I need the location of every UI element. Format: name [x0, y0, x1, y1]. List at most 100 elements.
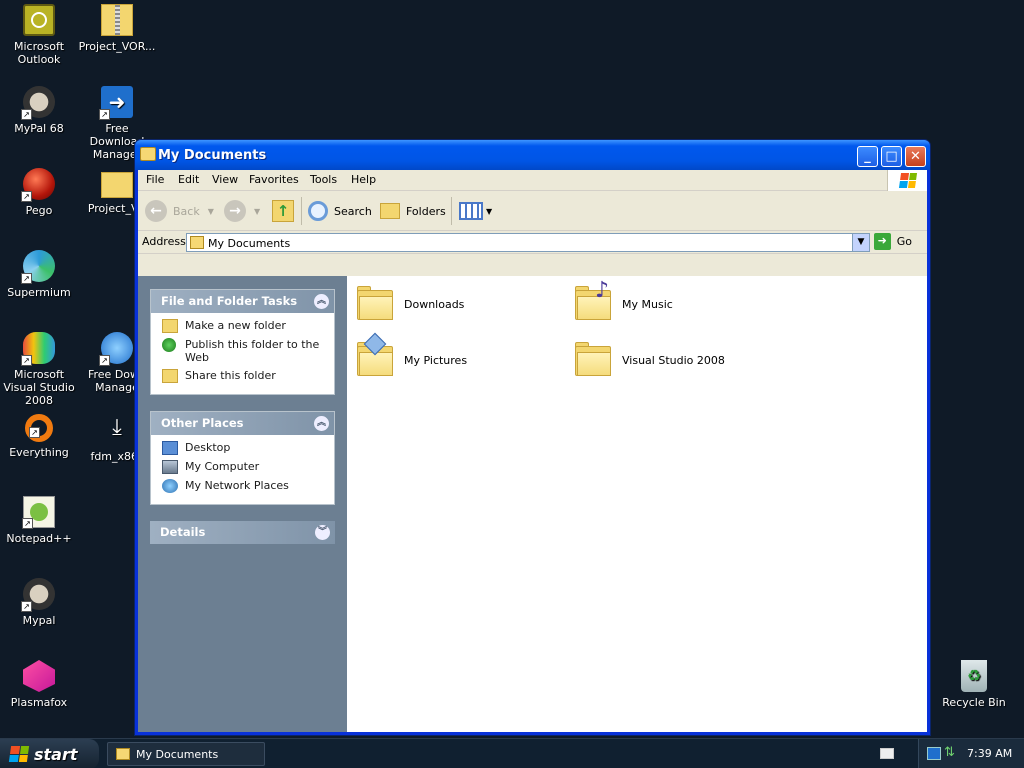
back-button[interactable]: ← Back ▼ [145, 199, 214, 223]
views-button[interactable]: ▼ [459, 199, 492, 223]
toolbar-separator [301, 197, 302, 225]
folders-icon [380, 203, 400, 219]
views-icon [459, 202, 483, 220]
panel-header[interactable]: Other Places ︽ [151, 412, 334, 435]
panel-title: File and Folder Tasks [161, 294, 298, 308]
task-label: Publish this folder to the Web [185, 338, 320, 364]
up-folder-button[interactable]: ↑ [272, 199, 294, 223]
task-label: Make a new folder [185, 319, 286, 332]
desktop-icon-recycle-bin[interactable]: ♻ Recycle Bin [935, 660, 1013, 709]
explorer-window[interactable]: My Documents _ □ ✕ File Edit View Favori… [134, 139, 931, 736]
network-tray-icon[interactable]: ⇅ [944, 745, 955, 760]
menu-tools[interactable]: Tools [310, 173, 337, 186]
folders-label: Folders [406, 204, 446, 218]
desktop-icon-label: MyPal 68 [14, 122, 64, 135]
folder-item-my-music[interactable]: ♪ My Music [573, 278, 673, 322]
address-input[interactable]: My Documents ▼ [186, 233, 870, 252]
outlook-icon [23, 4, 55, 36]
desktop-icon-outlook[interactable]: Microsoft Outlook [0, 4, 78, 66]
pego-icon: ↗ [21, 168, 55, 202]
desktop-icon-visual-studio[interactable]: ↗ Microsoft Visual Studio 2008 [0, 332, 78, 407]
mypal-icon: ↗ [21, 86, 55, 120]
task-publish-folder[interactable]: Publish this folder to the Web [162, 338, 326, 364]
desktop-icon-label: Plasmafox [10, 696, 68, 709]
desktop-icon-label: Everything [9, 446, 69, 459]
folder-name: Visual Studio 2008 [622, 353, 725, 367]
desktop-icon-label: Microsoft Visual Studio 2008 [3, 368, 75, 407]
address-dropdown-button[interactable]: ▼ [852, 234, 869, 251]
details-panel: Details ︾ [150, 521, 335, 544]
folder-item-my-pictures[interactable]: My Pictures [355, 332, 468, 378]
collapse-icon[interactable]: ︽ [314, 294, 329, 309]
place-label: My Computer [185, 460, 260, 473]
zip-folder-icon [101, 4, 133, 36]
plasmafox-icon [23, 660, 55, 692]
minimize-button[interactable]: _ [857, 146, 878, 167]
close-icon: ✕ [910, 149, 921, 164]
start-button[interactable]: start [0, 739, 99, 768]
desktop-icon-label: Notepad++ [6, 532, 72, 545]
maximize-button[interactable]: □ [881, 146, 902, 167]
network-icon [162, 479, 178, 493]
system-tray: ⇅ 7:39 AM [918, 739, 1024, 768]
visual-studio-icon: ↗ [21, 332, 55, 366]
folders-button[interactable]: Folders [380, 199, 446, 223]
desktop-icon-notepad-plus-plus[interactable]: ↗ Notepad++ [0, 496, 78, 545]
menu-file[interactable]: File [146, 173, 164, 186]
taskbar-button-my-documents[interactable]: My Documents [107, 742, 265, 766]
desktop-icon-project-vor[interactable]: Project_VOR... [78, 4, 156, 53]
desktop-icon-mypal68[interactable]: ↗ MyPal 68 [0, 86, 78, 135]
fdm-tray-icon[interactable] [927, 747, 941, 760]
panel-header[interactable]: File and Folder Tasks ︽ [151, 290, 334, 313]
desktop-icon-label: Microsoft Outlook [13, 40, 65, 66]
desktop-icon-label: Project_VOR... [78, 40, 156, 53]
folder-item-visual-studio-2008[interactable]: Visual Studio 2008 [573, 342, 725, 378]
go-arrow-icon: ➜ [873, 233, 891, 250]
clock[interactable]: 7:39 AM [967, 747, 1012, 760]
desktop-icon-everything[interactable]: ↗ Everything [0, 414, 78, 459]
close-button[interactable]: ✕ [905, 146, 926, 167]
title-bar[interactable]: My Documents _ □ ✕ [135, 140, 930, 170]
place-my-network-places[interactable]: My Network Places [162, 479, 326, 493]
chevron-down-icon: ▼ [254, 206, 261, 216]
panel-header[interactable]: Details ︾ [150, 521, 335, 544]
menu-favorites[interactable]: Favorites [249, 173, 299, 186]
go-button[interactable]: ➜ Go [873, 233, 912, 250]
menu-edit[interactable]: Edit [178, 173, 199, 186]
file-list: Downloads ♪ My Music My Pictures Visual … [347, 276, 927, 732]
new-folder-icon [162, 319, 178, 333]
menu-help[interactable]: Help [351, 173, 376, 186]
content-area: File and Folder Tasks ︽ Make a new folde… [138, 276, 927, 732]
desktop-icon-mypal[interactable]: ↗ Mypal [0, 578, 78, 627]
pictures-folder-icon [355, 332, 395, 378]
folder-name: My Pictures [404, 353, 468, 367]
place-my-computer[interactable]: My Computer [162, 460, 326, 474]
task-make-new-folder[interactable]: Make a new folder [162, 319, 326, 333]
keyboard-icon[interactable] [880, 748, 894, 759]
window-title: My Documents [158, 148, 267, 163]
folder-item-downloads[interactable]: Downloads [355, 286, 464, 322]
other-places-panel: Other Places ︽ Desktop My Computer My Ne… [150, 411, 335, 505]
taskbar-button-label: My Documents [136, 747, 219, 761]
desktop-icon-supermium[interactable]: ↗ Supermium [0, 250, 78, 299]
desktop-icon-label: Supermium [7, 286, 71, 299]
up-arrow-icon: ↑ [272, 200, 294, 222]
place-label: Desktop [185, 441, 231, 454]
place-desktop[interactable]: Desktop [162, 441, 326, 455]
expand-icon[interactable]: ︾ [315, 525, 330, 540]
task-share-folder[interactable]: Share this folder [162, 369, 326, 383]
collapse-icon[interactable]: ︽ [314, 416, 329, 431]
desktop-icon-pego[interactable]: ↗ Pego [0, 168, 78, 217]
menu-bar: File Edit View Favorites Tools Help [138, 170, 927, 191]
back-label: Back [173, 204, 200, 218]
menu-view[interactable]: View [212, 173, 238, 186]
globe-icon [162, 338, 176, 352]
folder-name: Downloads [404, 297, 465, 311]
desktop-icon-plasmafox[interactable]: Plasmafox [0, 660, 78, 709]
forward-button[interactable]: → ▼ [224, 199, 260, 223]
folder-icon [190, 236, 204, 249]
back-arrow-icon: ← [145, 200, 167, 222]
window-body: File Edit View Favorites Tools Help ← Ba… [138, 170, 927, 732]
search-button[interactable]: Search [308, 199, 372, 223]
desktop-icon [162, 441, 178, 455]
